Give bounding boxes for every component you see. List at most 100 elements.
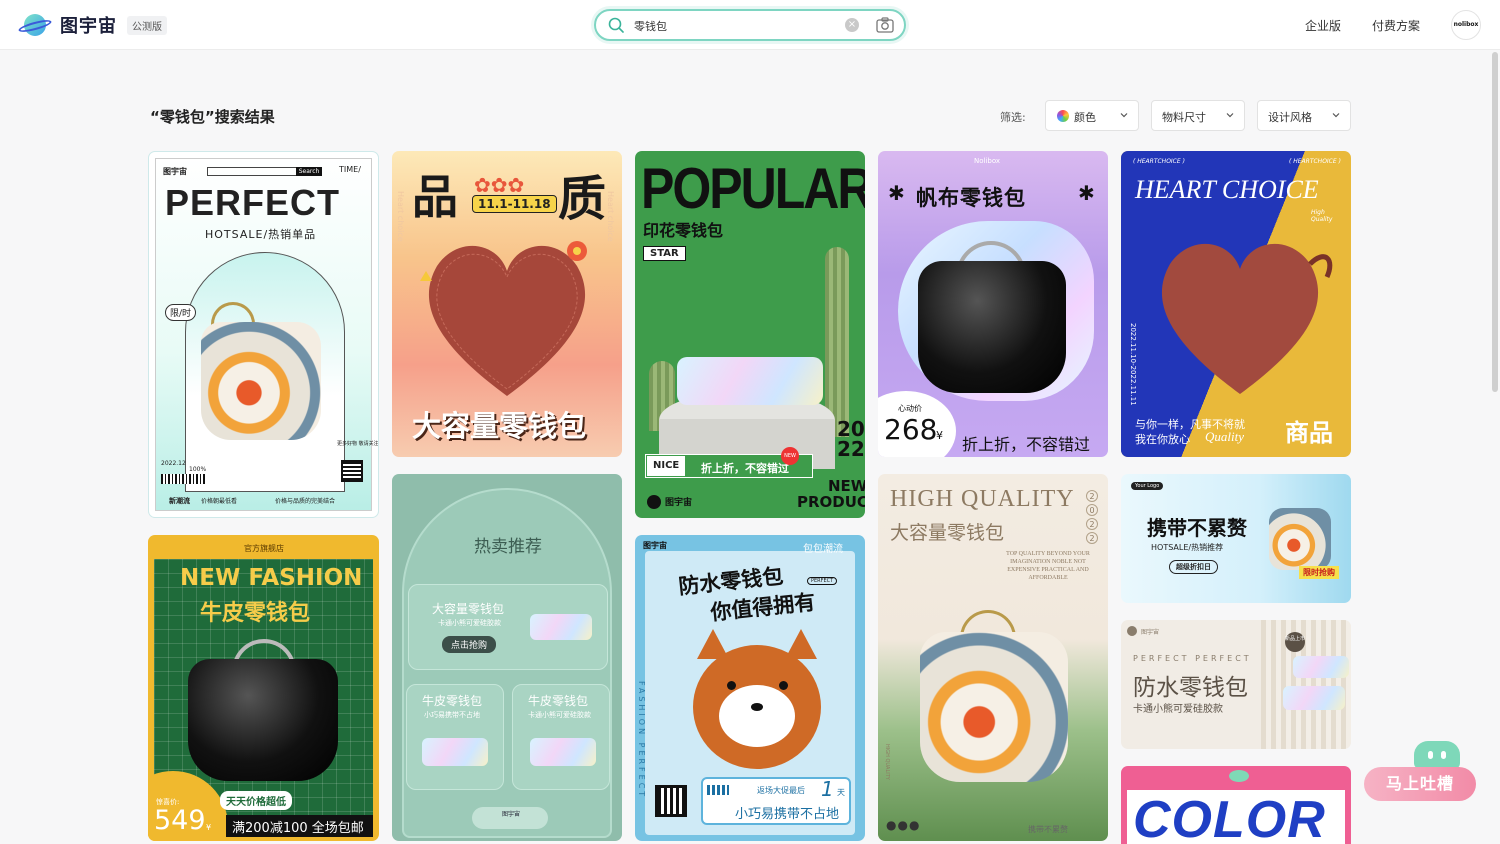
template-card-new-fashion[interactable]: 官方旗舰店 NEW FASHION 牛皮零钱包 惊喜价: 549 ¥ 天天价格超… xyxy=(148,535,379,841)
limited-badge: 限时抢购 xyxy=(1299,566,1339,579)
year-top: 20 xyxy=(837,417,865,441)
page-scrollbar[interactable] xyxy=(1492,52,1498,392)
shiba-eye-left xyxy=(727,681,736,690)
store-label: 官方旗舰店 xyxy=(244,544,284,553)
logo-text: 图宇宙 xyxy=(60,16,117,37)
dots-icon: ●●● xyxy=(886,818,921,832)
footer-left: 新潮流 xyxy=(169,497,190,505)
promo-text: 满200减100 全场包邮 xyxy=(232,821,364,836)
nav-pricing-link[interactable]: 付费方案 xyxy=(1372,17,1420,34)
clear-search-icon[interactable]: × xyxy=(845,18,859,32)
brand-label: 图宇宙 xyxy=(502,811,521,818)
quality-label: Quality xyxy=(1205,429,1244,444)
shiba-ear-left xyxy=(697,629,729,659)
star-left-icon: ✱ xyxy=(888,181,905,205)
new-arrival-badge: 新品上市 xyxy=(1285,632,1305,652)
currency-symbol: ¥ xyxy=(936,429,943,442)
user-avatar[interactable]: nolibox xyxy=(1451,10,1481,40)
year-bottom: 22 xyxy=(837,437,865,461)
filter-label: 筛选: xyxy=(1000,111,1026,124)
item3-title: 牛皮零钱包 xyxy=(528,694,589,708)
qr-code xyxy=(655,785,687,817)
logo[interactable]: 图宇宙 公测版 xyxy=(17,12,167,38)
brand-label: 图宇宙 xyxy=(665,498,693,508)
search-input[interactable]: 零钱包 × xyxy=(594,9,906,41)
purse-image xyxy=(201,322,321,440)
color-filter-dropdown[interactable]: 颜色 xyxy=(1045,100,1139,131)
side-text: FASHION PERFECT xyxy=(637,681,646,800)
template-card-waterproof-beige[interactable]: 图宇宙 PERFECT PERFECT 防水零钱包 卡通小熊可爱硅胶款 新品上市 xyxy=(1121,620,1351,749)
template-card-waterproof[interactable]: 图宇宙 包包潮流 防水零钱包 你值得拥有 PERFECT FASHION PER… xyxy=(635,535,865,841)
beta-badge: 公测版 xyxy=(127,15,167,35)
trend-tag: 包包潮流 xyxy=(803,544,843,555)
size-filter-label: 物料尺寸 xyxy=(1162,111,1206,124)
item1-buy-button[interactable]: 点击抢购 xyxy=(442,636,497,653)
pouch-image xyxy=(1293,656,1349,678)
style-filter-label: 设计风格 xyxy=(1268,111,1312,124)
planet-icon xyxy=(1229,770,1249,782)
brand-label: Nolibox xyxy=(974,157,1001,165)
item2-title: 牛皮零钱包 xyxy=(422,694,483,708)
price-value: 268 xyxy=(884,413,938,446)
card-title: 大容量零钱包 xyxy=(412,409,587,443)
side-text-left: Heart choice xyxy=(396,191,405,242)
heart-purse-image xyxy=(420,241,587,396)
date-vertical: 2022.11.10-2022.11.11 xyxy=(1129,323,1137,406)
search-icon xyxy=(608,17,624,33)
holographic-pouch-image xyxy=(677,357,823,405)
purse-image xyxy=(1269,508,1331,570)
top-header: 图宇宙 公测版 零钱包 × 企业版 付费方案 nolibox xyxy=(0,0,1500,50)
nav-enterprise-link[interactable]: 企业版 xyxy=(1305,17,1341,34)
feedback-button[interactable]: 马上吐槽 xyxy=(1364,767,1476,801)
size-filter-dropdown[interactable]: 物料尺寸 xyxy=(1151,100,1245,131)
template-card-popular[interactable]: POPULAR 印花零钱包 STAR 20 22 NICE 折上折，不容错过 N… xyxy=(635,151,865,518)
headline-text: POPULAR xyxy=(641,156,865,221)
template-card-canvas-purse[interactable]: Nolibox ✱ 帆布零钱包 ✱ 心动价 268 ¥ 折上折，不容错过 xyxy=(878,151,1108,457)
star-right-icon: ✱ xyxy=(1078,181,1095,205)
purse-image xyxy=(920,632,1068,782)
qr-caption: 更多好物 敬请关注 xyxy=(337,441,379,447)
camera-icon[interactable] xyxy=(876,17,894,33)
template-card-heart-choice[interactable]: ( HEARTCHOICE ) ( HEARTCHOICE ) HEART CH… xyxy=(1121,151,1351,457)
template-card-color[interactable]: COLOR xyxy=(1121,766,1351,844)
subtitle-text: 卡通小熊可爱硅胶款 xyxy=(1133,704,1223,715)
template-card-heart-quality[interactable]: 品 质 ✿✿✿ 11.1-11.18 Heart choice Heart ch… xyxy=(392,151,622,457)
template-card-hot-recommend[interactable]: 热卖推荐 大容量零钱包 卡通小熊可爱硅胶款 点击抢购 牛皮零钱包 小巧易携带不占… xyxy=(392,474,622,841)
year-digit: 0 xyxy=(1086,504,1098,516)
planet-logo-icon xyxy=(17,12,53,38)
side-text: HIGH QUALITY xyxy=(884,744,890,780)
price-value: 549 xyxy=(154,805,206,836)
template-card-high-quality[interactable]: HIGH QUALITY 大容量零钱包 2 0 2 2 TOP QUALITY … xyxy=(878,474,1108,841)
subheadline-text: 印花零钱包 xyxy=(643,221,724,240)
star-tag: STAR xyxy=(643,246,686,261)
card-title: 热卖推荐 xyxy=(474,537,542,557)
progress-bar xyxy=(707,785,729,795)
goods-label: 商品 xyxy=(1285,419,1333,447)
flowers-icon: ✿✿✿ xyxy=(474,173,525,197)
color-filter-label: 颜色 xyxy=(1074,111,1096,124)
top-left-label: ( HEARTCHOICE ) xyxy=(1133,158,1185,165)
headline-text: HIGH QUALITY xyxy=(890,486,1075,512)
color-wheel-icon xyxy=(1057,110,1069,122)
slogan-line2: 我在你放心 xyxy=(1135,433,1190,446)
banner-text: 折上折，不容错过 xyxy=(701,462,789,475)
brand-logo-icon xyxy=(1127,626,1137,636)
subheadline-text: HOTSALE/热销单品 xyxy=(205,228,317,241)
subtitle-text: HOTSALE/热销推荐 xyxy=(1151,543,1224,552)
year-digit: 2 xyxy=(1086,490,1098,502)
card-title: 大容量零钱包 xyxy=(890,523,1005,544)
top-right-label: ( HEARTCHOICE ) xyxy=(1289,158,1341,165)
item3-subtitle: 卡通小熊可爱硅胶款 xyxy=(528,711,591,719)
template-card-perfect[interactable]: 图宇宙 Search TIME/ PERFECT HOTSALE/热销单品 限/… xyxy=(148,151,379,518)
headline-text: HEART CHOICE xyxy=(1135,175,1319,204)
percent-label: 100% xyxy=(189,466,207,473)
style-filter-dropdown[interactable]: 设计风格 xyxy=(1257,100,1351,131)
limited-time-tag: 限/时 xyxy=(165,304,197,321)
mini-search-box xyxy=(207,167,297,176)
new-badge: NEW xyxy=(781,447,799,465)
brand-logo-icon xyxy=(647,495,661,509)
template-card-light-carry[interactable]: Your Logo 携带不累赘 HOTSALE/热销推荐 超级折扣日 限时抢购 xyxy=(1121,474,1351,603)
mascot-icon[interactable] xyxy=(1414,741,1460,769)
item1-subtitle: 卡通小熊可爱硅胶款 xyxy=(438,619,501,627)
year-digit: 2 xyxy=(1086,518,1098,530)
